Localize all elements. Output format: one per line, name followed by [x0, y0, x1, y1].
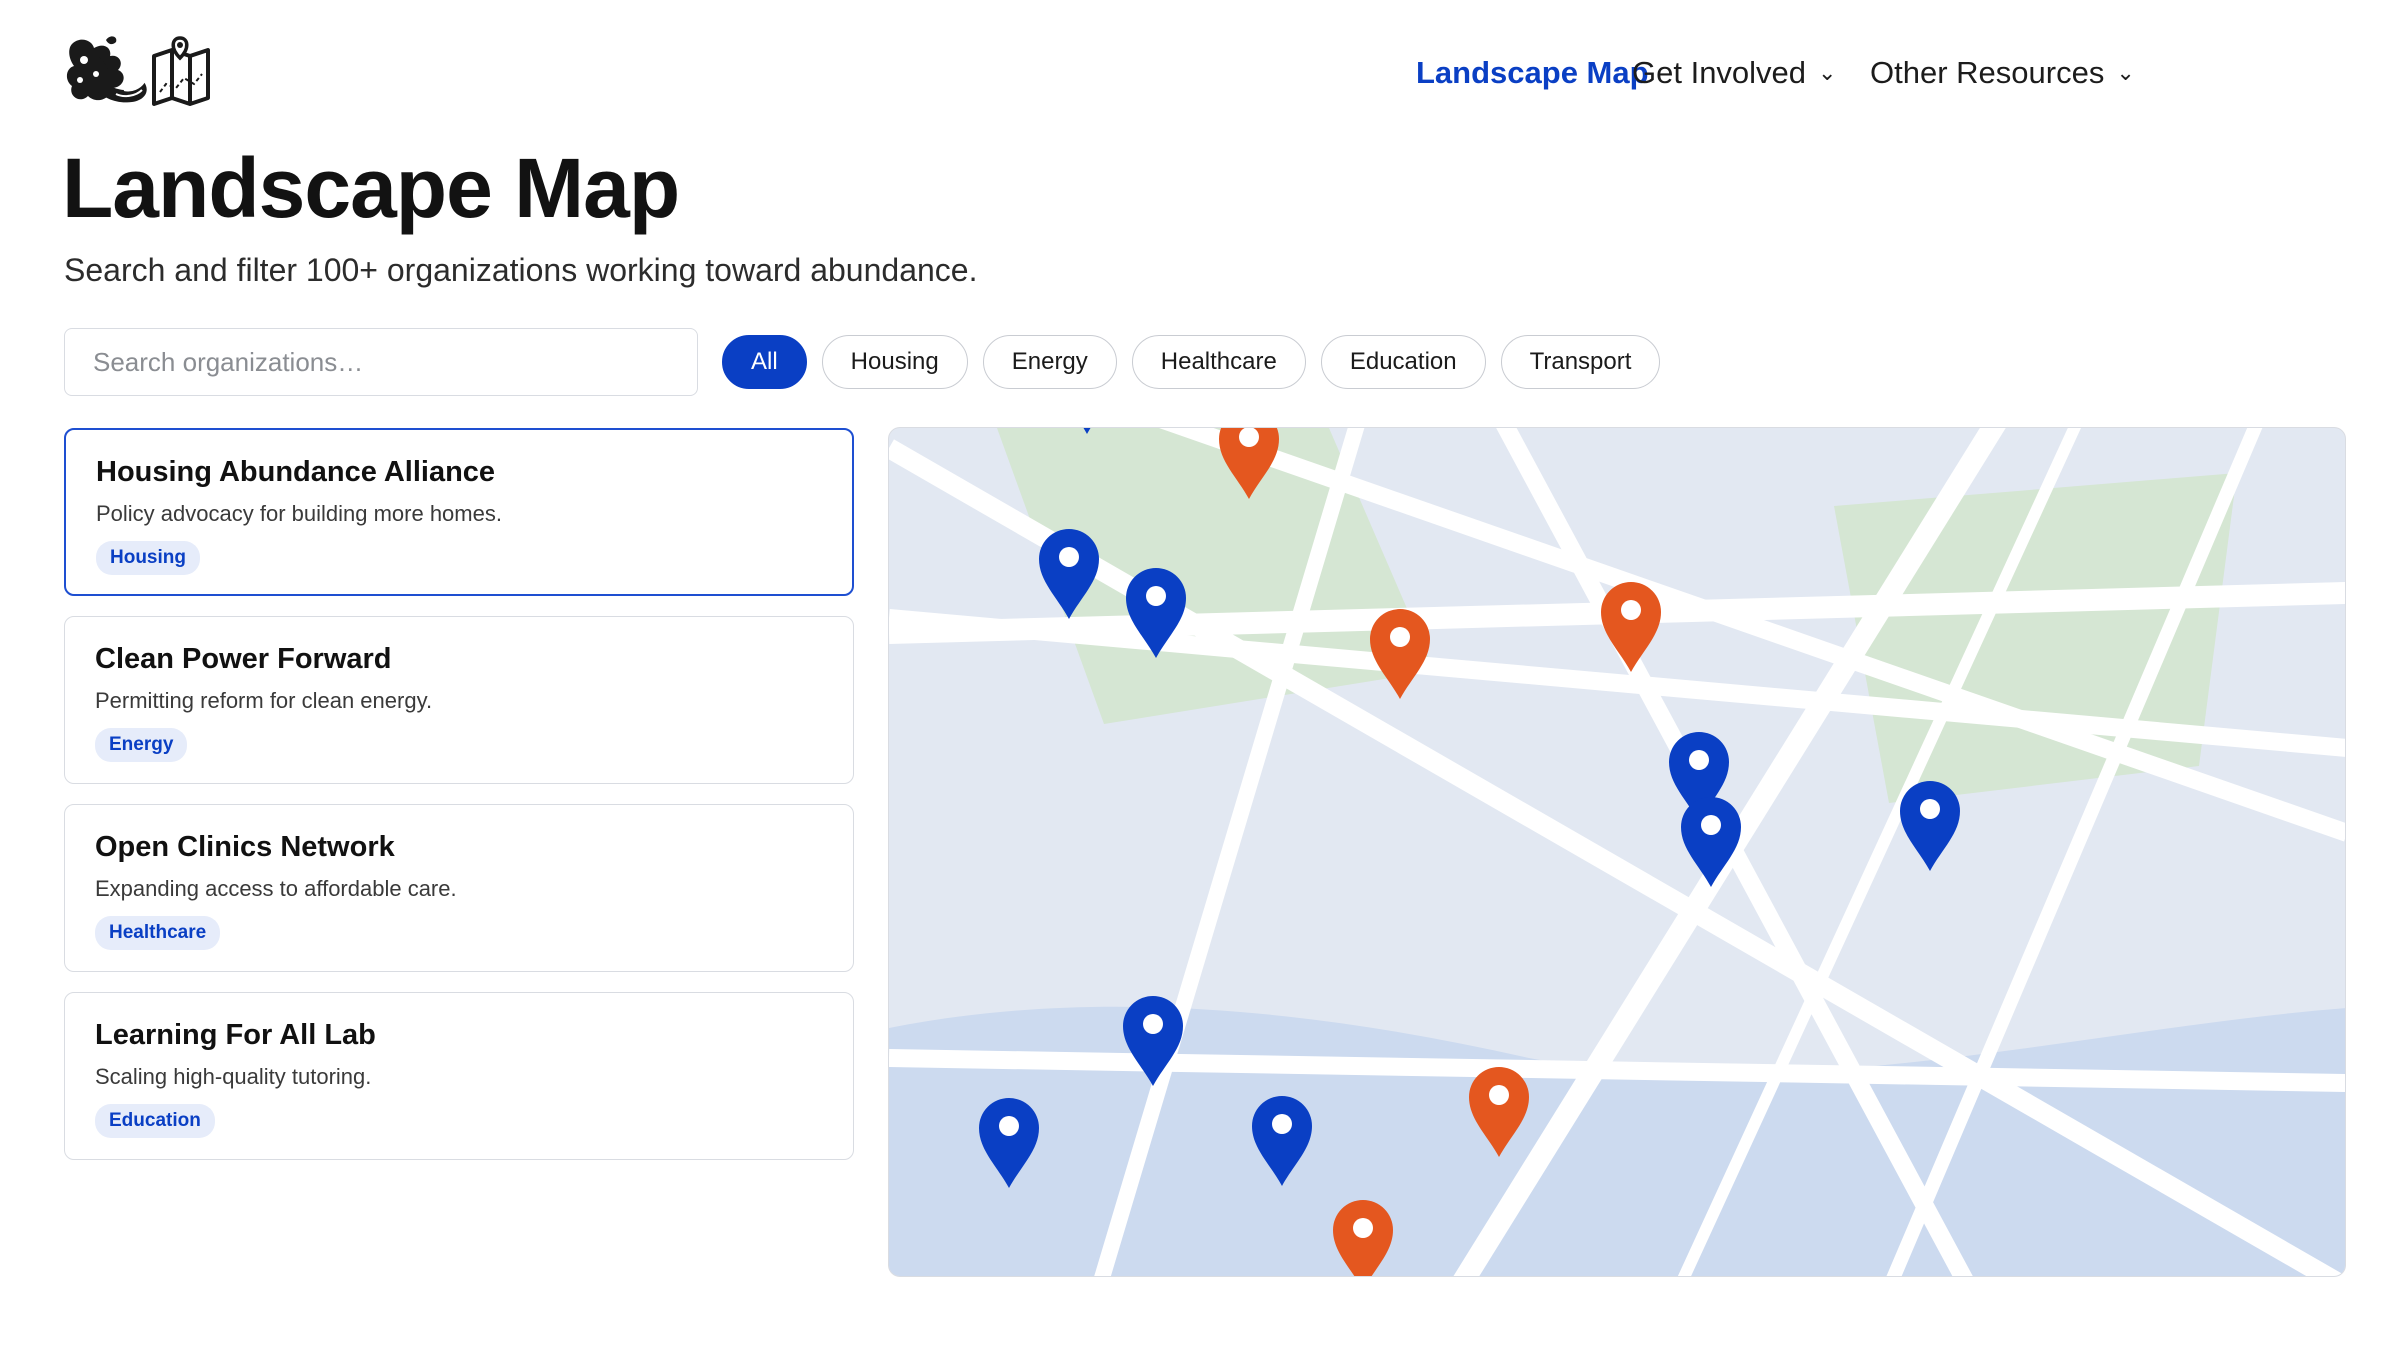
organization-card[interactable]: Open Clinics Network Expanding access to… [64, 804, 854, 972]
category-filters: All Housing Energy Healthcare Education … [722, 335, 1661, 389]
filter-chip-housing[interactable]: Housing [821, 335, 968, 389]
organization-description: Policy advocacy for building more homes. [96, 501, 502, 526]
organization-card[interactable]: Clean Power Forward Permitting reform fo… [64, 616, 854, 784]
category-tag: Energy [95, 728, 188, 762]
map-pin-icon[interactable] [1681, 797, 1741, 887]
map-pin-icon[interactable] [1601, 582, 1661, 672]
organization-card[interactable]: Learning For All Lab Scaling high-qualit… [64, 992, 854, 1160]
map-pin-icon[interactable] [1900, 781, 1960, 871]
nav-landscape-map[interactable]: Landscape Map [1416, 48, 1649, 98]
filter-chip-education[interactable]: Education [1320, 335, 1486, 389]
nav-label: Other Resources [1870, 55, 2105, 90]
organization-list: Housing Abundance Alliance Policy advoca… [64, 428, 854, 1180]
cornucopia-map-logo-icon [66, 36, 210, 106]
map-pin-icon[interactable] [1370, 609, 1430, 699]
nav-label: Landscape Map [1416, 55, 1649, 90]
organization-description: Permitting reform for clean energy. [95, 688, 433, 713]
page-title: Landscape Map [62, 141, 680, 235]
filter-chip-all[interactable]: All [722, 335, 807, 389]
chevron-down-icon: ⌄ [1818, 60, 1837, 85]
search-input[interactable] [64, 328, 698, 396]
organization-name: Clean Power Forward [95, 643, 392, 675]
map-canvas [889, 428, 2345, 1276]
nav-get-involved[interactable]: Get Involved ⌄ [1632, 48, 1836, 101]
category-tag: Housing [96, 541, 200, 575]
filter-chip-healthcare[interactable]: Healthcare [1131, 335, 1306, 389]
organization-description: Scaling high-quality tutoring. [95, 1064, 372, 1089]
landscape-map[interactable] [888, 427, 2346, 1277]
site-logo[interactable] [66, 34, 236, 110]
nav-label: Get Involved [1632, 55, 1807, 90]
organization-description: Expanding access to affordable care. [95, 876, 457, 901]
organization-name: Housing Abundance Alliance [96, 456, 496, 488]
filter-chip-transport[interactable]: Transport [1500, 335, 1661, 389]
chevron-down-icon: ⌄ [2116, 60, 2135, 85]
page-subtitle: Search and filter 100+ organizations wor… [64, 252, 978, 288]
organization-card[interactable]: Housing Abundance Alliance Policy advoca… [64, 428, 854, 596]
organization-name: Learning For All Lab [95, 1019, 376, 1051]
organization-name: Open Clinics Network [95, 831, 395, 863]
category-tag: Education [95, 1104, 215, 1138]
nav-other-resources[interactable]: Other Resources ⌄ [1870, 48, 2135, 101]
category-tag: Healthcare [95, 916, 221, 950]
filter-chip-energy[interactable]: Energy [982, 335, 1117, 389]
